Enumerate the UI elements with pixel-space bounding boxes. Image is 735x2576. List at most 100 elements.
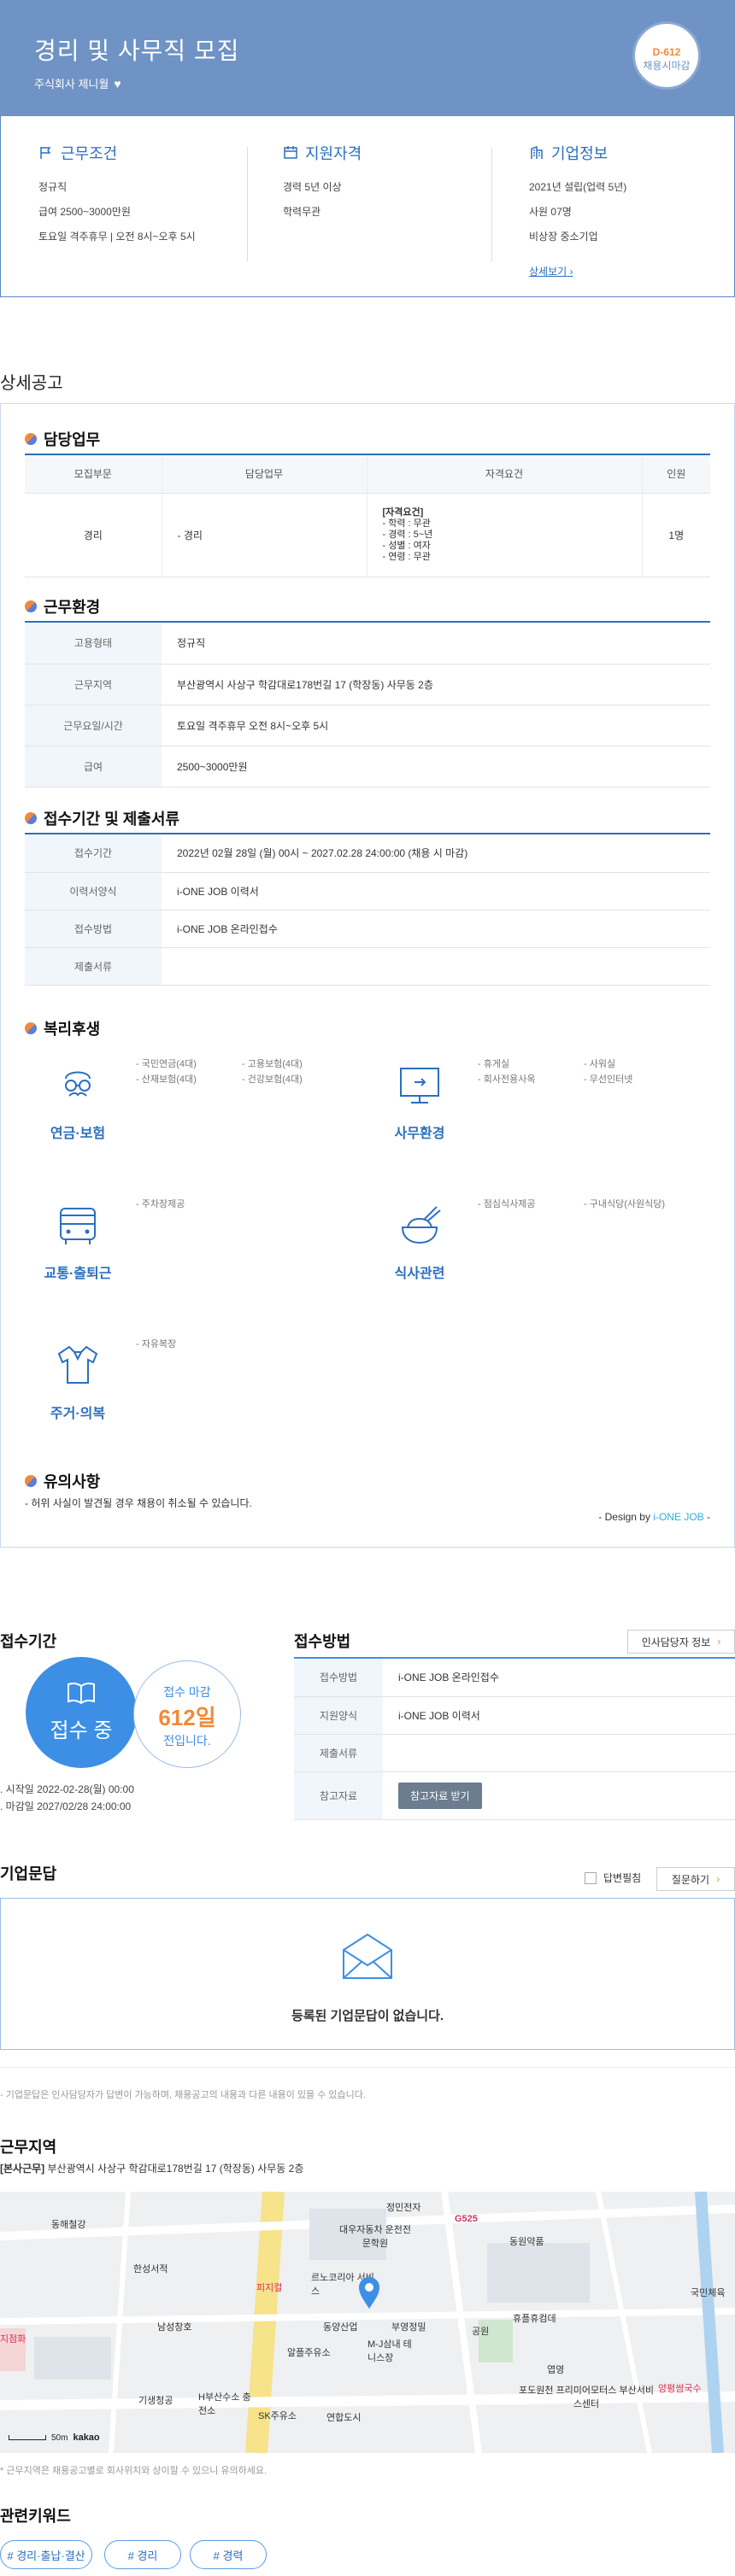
map-place: 기생청공 [138, 2396, 173, 2406]
benefit-label-office: 사무환경 [394, 1127, 445, 1141]
company-detail-link-text: 상세보기 [529, 266, 567, 278]
benefit-item: - 국민연금(4대) [136, 1059, 197, 1069]
table-row: 이력서양식 i-ONE JOB 이력서 [25, 872, 710, 910]
benefits-heading-text: 복리후생 [44, 1021, 101, 1038]
divider [0, 2067, 735, 2068]
contact-info-label: 인사담당자 정보 [641, 1636, 711, 1648]
map-place: H부산수소 충전소 [198, 2392, 251, 2416]
method-key: 지원양식 [294, 1696, 383, 1735]
envelope-icon [343, 1933, 392, 1979]
dday-badge: D-612 채용시마감 [632, 21, 701, 90]
method-table: 접수방법 i-ONE JOB 온라인접수 지원양식 i-ONE JOB 이력서 제출… [294, 1659, 735, 1820]
dday-circle: 접수 마감 612일 전입니다. [133, 1660, 241, 1768]
summary-work-title: 근무조건 [38, 142, 261, 164]
map-place: G525 [455, 2214, 478, 2224]
contact-info-button[interactable]: 인사담당자 정보 › [627, 1630, 735, 1654]
company-name[interactable]: 주식회사 제니월 ♥ [34, 75, 121, 91]
keyword-tag[interactable]: # 경리 [104, 2540, 181, 2569]
qna-empty-box: 등록된 기업문답이 없습니다. [0, 1898, 735, 2050]
summary-work-line: 정규직 [38, 181, 68, 193]
benefit-item: - 회사전용사옥 [478, 1074, 536, 1085]
benefit-item: - 주차장제공 [136, 1199, 185, 1209]
map-place: 동원약품 [509, 2237, 544, 2247]
map-place: 동해철강 [51, 2220, 86, 2230]
table-header: 자격요건 [367, 455, 643, 494]
benefit-item: - 휴게실 [478, 1059, 510, 1069]
table-header: 모집부문 [25, 455, 162, 494]
location-map[interactable]: 정민전자 G525 동해철강 대우자동차 운전전문학원 동원약품 한성서적 피지… [0, 2192, 735, 2453]
location-note: * 근무지역은 채용공고별로 회사위치와 상이할 수 있으니 유의하세요. [0, 2466, 268, 2476]
location-address-text: 부산광역시 사상구 학감대로178번길 17 (학장동) 사무동 2층 [47, 2163, 304, 2175]
duty-heading: 담당업무 [25, 428, 100, 450]
benefit-item: - 사워실 [584, 1059, 616, 1069]
summary-work-conditions: 근무조건 정규직 급여 2500~3000만원 토요일 격주휴무 | 오전 8시… [38, 142, 261, 243]
building-icon [531, 145, 543, 159]
table-header: 인원 [642, 455, 710, 494]
duty-table: 모집부문 담당업무 자격요건 인원 경리 - 경리 [자격요건] - 학력 : … [25, 455, 710, 577]
period-start: . 시작일 2022-02-28(월) 00:00 [0, 1783, 134, 1795]
days-left: 612일 [158, 1705, 216, 1730]
keyword-tag[interactable]: # 경리·출납·결산 [0, 2540, 92, 2569]
table-header-row: 모집부문 담당업무 자격요건 인원 [25, 455, 710, 494]
env-key: 근무요일/시간 [25, 705, 162, 746]
env-value: 2500~3000만원 [162, 746, 710, 787]
benefit-list-office: - 휴게실 - 사워실 - 회사전용사옥 - 무선인터넷 [478, 1057, 700, 1087]
qna-note: - 기업문답은 인사담당자가 답변이 가능하며, 채용공고의 내용과 다른 내용… [0, 2090, 366, 2100]
apply-key: 제출서류 [25, 947, 162, 986]
method-value: i-ONE JOB 온라인접수 [383, 1659, 735, 1697]
ask-question-button[interactable]: 질문하기 › [656, 1867, 735, 1891]
divider [247, 147, 248, 261]
notice-heading: 유의사항 [25, 1470, 100, 1492]
answered-filter[interactable]: 답변필침 [585, 1871, 641, 1885]
apply-value [162, 947, 710, 986]
summary-corp-title: 기업정보 [529, 142, 735, 164]
open-book-icon [68, 1682, 95, 1705]
map-place: 한성서적 [133, 2264, 168, 2274]
benefit-item: - 자유복장 [136, 1339, 177, 1349]
design-credit: - Design by i-ONE JOB - [598, 1511, 710, 1523]
map-pin-icon[interactable] [357, 2275, 381, 2310]
chevron-right-icon: › [717, 1636, 721, 1648]
design-credit-brand: i-ONE JOB [653, 1511, 704, 1523]
job-summary: 근무조건 정규직 급여 2500~3000만원 토요일 격주휴무 | 오전 8시… [0, 116, 735, 297]
benefit-item: - 무선인터넷 [584, 1074, 633, 1085]
answered-filter-label: 답변필침 [603, 1872, 642, 1884]
env-heading-text: 근무환경 [44, 599, 101, 616]
days-left-suffix: 전입니다. [163, 1734, 211, 1748]
table-row: 접수방법 i-ONE JOB 온라인접수 [25, 910, 710, 948]
map-scale-text: 50m [51, 2433, 68, 2443]
map-place: 연합도시 [326, 2413, 362, 2423]
heart-icon[interactable]: ♥ [114, 77, 121, 91]
qna-heading: 기업문답 [0, 1865, 57, 1882]
table-row: 경리 - 경리 [자격요건] - 학력 : 무관 - 경력 : 5~년 - 성별… [25, 493, 710, 577]
bullet-dot-icon [25, 812, 37, 824]
location-address: [본사근무] 부산광역시 사상구 학감대로178번길 17 (학장동) 사무동 … [0, 2161, 303, 2175]
apply-key: 접수기간 [25, 834, 162, 873]
summary-qualifications: 지원자격 경력 5년 이상 학력무관 [283, 142, 505, 219]
summary-qual-line: 학력무관 [283, 206, 321, 218]
benefit-item: - 구내식당(사원식당) [584, 1199, 666, 1209]
table-header: 담당업무 [162, 455, 368, 494]
table-row: 접수방법 i-ONE JOB 온라인접수 [294, 1659, 735, 1697]
qna-empty-text: 등록된 기업문답이 없습니다. [291, 2009, 444, 2023]
summary-work-title-text: 근무조건 [61, 145, 118, 162]
divider [491, 147, 492, 261]
duty-task: - 경리 [162, 493, 368, 577]
answered-checkbox[interactable] [585, 1871, 597, 1884]
benefit-item: - 산재보험(4대) [136, 1074, 197, 1085]
company-detail-link[interactable]: 상세보기 › [529, 266, 573, 278]
summary-qual-line: 경력 5년 이상 [283, 181, 342, 193]
map-place: 포도원천 프리미어모터스 부산서비스센터 [519, 2386, 654, 2409]
keyword-tag[interactable]: # 경력 [190, 2540, 267, 2569]
env-table: 고용형태 정규직 근무지역 부산광역시 사상구 학감대로178번길 17 (학장동)… [25, 623, 710, 787]
env-heading: 근무환경 [25, 595, 100, 618]
req-title: [자격요건] [382, 506, 424, 518]
map-place: 동양산업 [323, 2322, 358, 2333]
benefit-list-meals: - 점심식사제공 - 구내식당(사원식당) [478, 1197, 700, 1212]
summary-corp-title-text: 기업정보 [551, 145, 609, 162]
apply-key: 접수방법 [25, 910, 162, 948]
download-reference-button[interactable]: 참고자료 받기 [398, 1782, 482, 1809]
apply-heading: 접수기간 및 제출서류 [25, 807, 179, 829]
map-place: 휴플휴컴데 [513, 2314, 556, 2324]
dday-sub: 채용시마감 [643, 60, 691, 72]
